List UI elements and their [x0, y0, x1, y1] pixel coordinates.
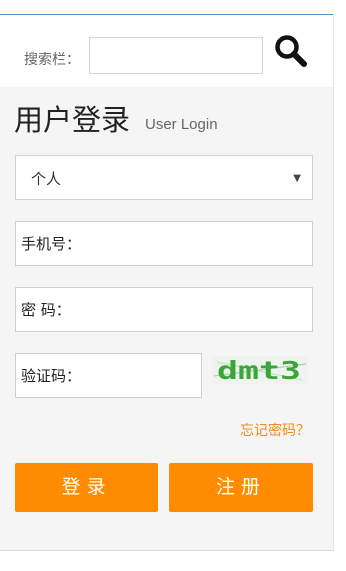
phone-label: 手机号：	[21, 235, 82, 253]
captcha-field[interactable]: 验证码：	[15, 353, 202, 398]
password-label: 密 码：	[21, 301, 71, 319]
right-divider	[333, 14, 334, 551]
account-type-select[interactable]: 个人 ▼	[15, 155, 313, 200]
captcha-image[interactable]: dmt3	[212, 356, 308, 384]
search-label: 搜索栏：	[24, 52, 80, 68]
login-title: 用户登录	[14, 103, 131, 137]
forgot-password-link[interactable]: 忘记密码？	[240, 422, 310, 440]
search-icon[interactable]	[273, 33, 309, 69]
search-input[interactable]	[89, 37, 263, 74]
login-button[interactable]: 登录	[15, 463, 158, 512]
phone-field[interactable]: 手机号：	[15, 221, 313, 266]
account-type-value: 个人	[31, 170, 62, 188]
password-field[interactable]: 密 码：	[15, 287, 313, 332]
chevron-down-icon: ▼	[293, 173, 301, 184]
register-button[interactable]: 注册	[169, 463, 313, 512]
captcha-text: dmt3	[217, 356, 301, 384]
bottom-divider	[0, 550, 334, 551]
login-subtitle: User Login	[145, 116, 218, 133]
captcha-label: 验证码：	[21, 367, 82, 385]
